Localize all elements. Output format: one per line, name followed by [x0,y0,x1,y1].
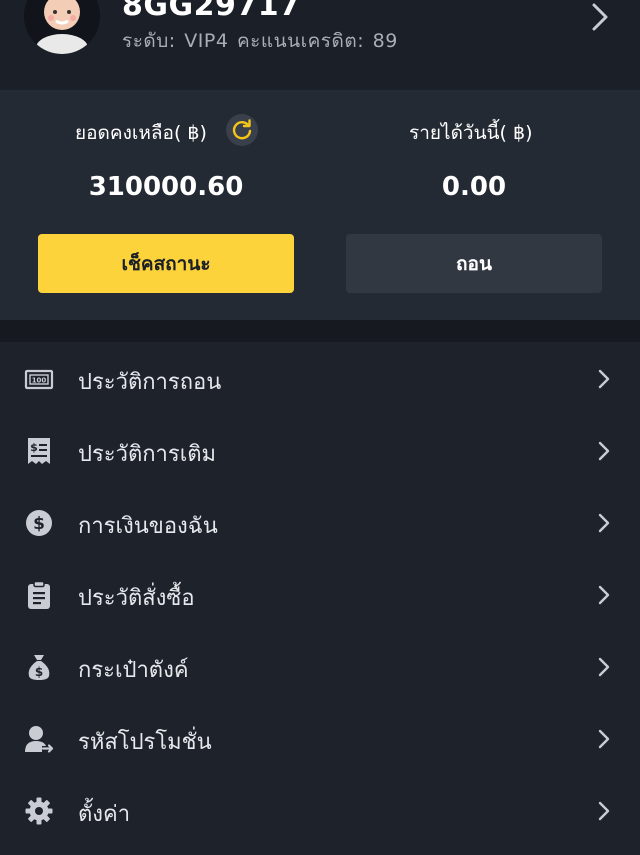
chevron-right-icon [598,801,610,821]
svg-text:$: $ [35,665,43,679]
chevron-right-icon[interactable] [588,2,612,32]
profile-header[interactable]: 8GG29717 ระดับ: VIP4 คะแนนเครดิต: 89 [0,0,640,90]
username: 8GG29717 [122,0,301,23]
dollar-coin-icon: $ [26,510,52,536]
chevron-right-icon [598,369,610,389]
chevron-right-icon [598,729,610,749]
clipboard-icon [28,580,50,609]
wallet-card: ยอดคงเหลือ( ฿) รายได้วันนี้( ฿) 310000.6… [0,90,640,320]
today-income-label: รายได้วันนี้( ฿) [409,122,533,144]
menu-item-order-history[interactable]: ประวัติสั่งซื้อ [0,558,640,630]
menu-item-label: ประวัติการถอน [78,370,222,395]
svg-text:$: $ [30,441,38,454]
refresh-icon [232,119,252,140]
avatar-image [24,0,100,54]
menu-item-withdraw-history[interactable]: 100 ประวัติการถอน [0,342,640,414]
chevron-right-icon [598,441,610,461]
level-value: VIP4 [184,30,229,52]
gear-icon [25,797,53,825]
banknote-icon: 100 [24,369,54,390]
menu-item-label: ประวัติการเติม [78,442,217,467]
menu-item-wallet[interactable]: $ กระเป๋าตังค์ [0,630,640,702]
menu-item-label: กระเป๋าตังค์ [78,658,189,683]
menu-item-label: การเงินของฉัน [78,514,218,539]
svg-text:$: $ [33,514,45,534]
menu-item-label: ตั้งค่า [78,802,131,827]
credit-label: คะแนนเครดิต: [236,30,365,52]
balance-value: 310000.60 [88,172,244,202]
section-divider [0,320,640,342]
level-label: ระดับ: [122,30,176,52]
level-line: ระดับ: VIP4 คะแนนเครดิต: 89 [122,26,400,56]
chevron-right-icon [598,585,610,605]
avatar [24,0,100,54]
user-share-icon [25,726,54,753]
check-status-button[interactable]: เช็คสถานะ [38,234,294,293]
credit-value: 89 [372,30,398,52]
withdraw-button[interactable]: ถอน [346,234,602,293]
chevron-right-icon [598,513,610,533]
refresh-button[interactable] [226,114,258,146]
menu-item-promo-code[interactable]: รหัสโปรโมชั่น [0,702,640,774]
balance-label: ยอดคงเหลือ( ฿) [75,122,207,144]
menu-item-topup-history[interactable]: $ ประวัติการเติม [0,414,640,486]
menu-item-my-finance[interactable]: $ การเงินของฉัน [0,486,640,558]
menu-item-label: ประวัติสั่งซื้อ [78,586,195,611]
money-bag-icon: $ [28,655,50,680]
chevron-right-icon [598,657,610,677]
today-income-value: 0.00 [441,172,507,202]
menu-list: 100 ประวัติการถอน $ ประวัติการเติม $ การ… [0,342,640,855]
receipt-icon: $ [28,438,50,464]
svg-text:100: 100 [32,377,47,385]
menu-item-label: รหัสโปรโมชั่น [78,730,212,755]
menu-item-settings[interactable]: ตั้งค่า [0,774,640,846]
